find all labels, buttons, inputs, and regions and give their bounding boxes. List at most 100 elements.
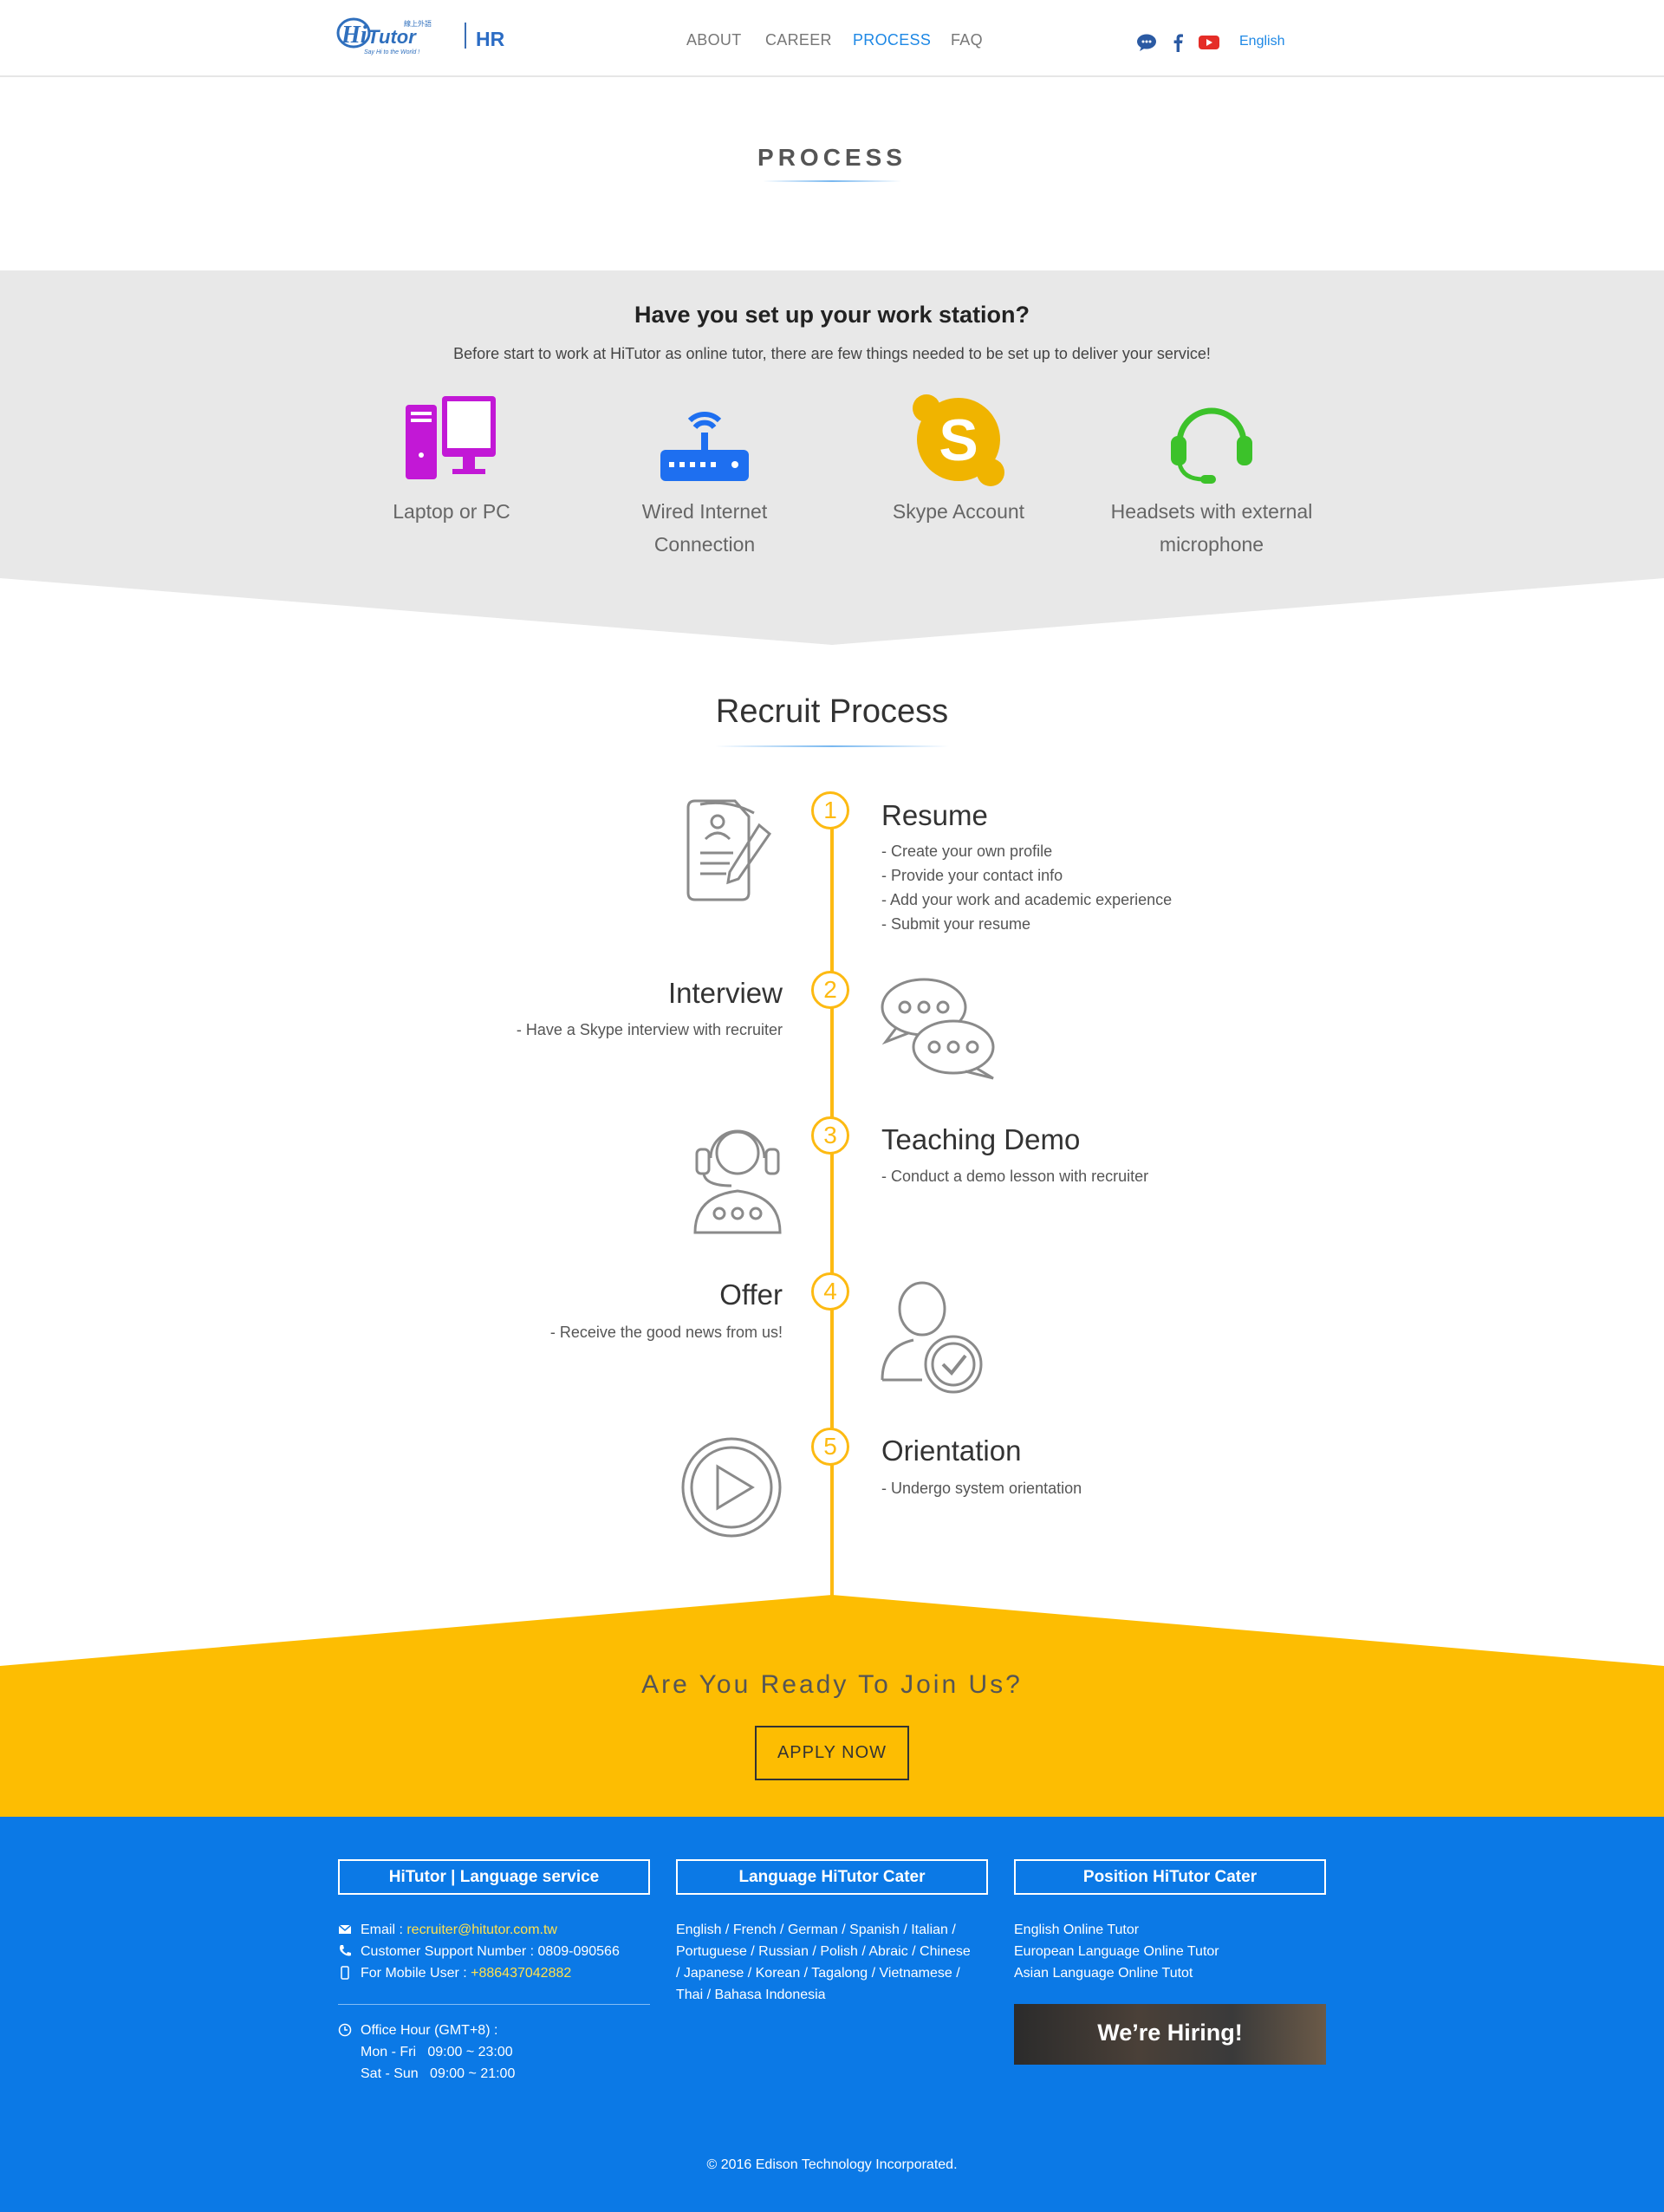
nav-about[interactable]: ABOUT — [686, 31, 742, 49]
position-item[interactable]: European Language Online Tutor — [1014, 1941, 1219, 1962]
timeline-line — [830, 797, 834, 1602]
workstation-label: Headsets with external — [1110, 500, 1313, 523]
chat-bubbles-icon — [881, 978, 995, 1080]
play-icon — [681, 1437, 782, 1538]
office-hour-weekend: Sat - Sun 09:00 ~ 21:00 — [361, 2066, 516, 2081]
skype-icon: S — [913, 394, 1004, 486]
support-agent-icon — [693, 1129, 782, 1234]
computer-icon — [406, 396, 496, 479]
nav-process[interactable]: PROCESS — [853, 31, 931, 49]
step-description-line: - Conduct a demo lesson with recruiter — [881, 1168, 1149, 1185]
language-list-line: Thai / Bahasa Indonesia — [676, 1988, 826, 2002]
page: { "header": { "logo_text": "HiTutor", "l… — [0, 0, 1664, 2212]
step-description: - Have a Skype interview with recruiter — [416, 1018, 783, 1042]
step-number: 4 — [811, 1272, 849, 1311]
workstation-subtitle: Before start to work at HiTutor as onlin… — [453, 345, 1211, 362]
copyright: © 2016 Edison Technology Incorporated. — [706, 2157, 958, 2172]
facebook-icon[interactable] — [1172, 33, 1184, 52]
step-description-line: - Receive the good news from us! — [549, 1324, 783, 1341]
step-title: Teaching Demo — [881, 1123, 1081, 1155]
step-title: Orientation — [881, 1435, 1022, 1467]
position-item[interactable]: Asian Language Online Tutot — [1014, 1962, 1219, 1984]
office-hour-weekday: Mon - Fri 09:00 ~ 23:00 — [361, 2045, 513, 2059]
router-icon — [660, 411, 749, 481]
nav-career[interactable]: CAREER — [765, 31, 832, 49]
step-description: - Undergo system orientation — [881, 1476, 1082, 1500]
clock-icon — [338, 2023, 352, 2037]
workstation-label: Connection — [653, 533, 756, 556]
svg-text:Tutor: Tutor — [367, 26, 417, 48]
join-background — [0, 1595, 1664, 1817]
office-hour-label: Office Hour (GMT+8) : — [361, 2023, 498, 2038]
language-list-line: English / French / German / Spanish / It… — [676, 1922, 956, 1937]
email-link[interactable]: recruiter@hitutor.com.tw — [406, 1922, 557, 1937]
step-description: - Conduct a demo lesson with recruiter — [881, 1164, 1148, 1188]
step-description: - Create your own profile - Provide your… — [881, 839, 1172, 936]
step-number: 3 — [811, 1116, 849, 1155]
step-number: 5 — [811, 1428, 849, 1466]
step-title: Resume — [881, 799, 988, 831]
hitutor-logo[interactable]: Hi Tutor 線上外語家教 Say Hi to the World ! — [336, 14, 432, 61]
step-number: 2 — [811, 971, 849, 1009]
workstation-item-headset: Headsets with external microphone — [1099, 394, 1324, 561]
recruit-title: Recruit Process — [715, 693, 949, 730]
phone-icon — [340, 1945, 351, 1956]
step-description-line: - Add your work and academic experience — [881, 891, 1173, 908]
footer-divider — [338, 2004, 650, 2005]
recruit-underline — [715, 745, 949, 747]
step-title: Interview — [667, 977, 783, 1009]
workstation-title: Have you set up your work station? — [634, 302, 1030, 328]
mobile-icon — [341, 1966, 349, 1980]
step-description-line: - Create your own profile — [881, 843, 1053, 860]
step-title: Offer — [719, 1278, 783, 1311]
mobile-link[interactable]: +886437042882 — [471, 1966, 571, 1981]
title-underline — [763, 180, 901, 182]
step-number: 1 — [811, 791, 849, 830]
svg-text:Hi: Hi — [341, 22, 367, 49]
headset-icon — [1171, 407, 1252, 484]
hiring-banner[interactable]: We’re Hiring! — [1014, 2004, 1326, 2065]
footer-office-hour: Office Hour (GMT+8) : Mon - Fri 09:00 ~ … — [361, 2020, 515, 2085]
nav-faq[interactable]: FAQ — [951, 31, 983, 49]
hr-label[interactable]: HR — [476, 28, 504, 51]
workstation-item-internet: Wired Internet Connection — [592, 394, 817, 561]
workstation-item-pc: Laptop or PC — [339, 394, 564, 528]
join-title: Are You Ready To Join Us? — [641, 1670, 1023, 1699]
email-label: Email : — [361, 1922, 407, 1937]
resume-icon — [686, 799, 772, 901]
site-header: Hi Tutor 線上外語家教 Say Hi to the World ! HR… — [0, 0, 1664, 77]
page-title: PROCESS — [757, 144, 907, 171]
workstation-label: Wired Internet — [641, 500, 768, 523]
footer-languages: English / French / German / Spanish / It… — [676, 1919, 997, 2006]
footer-language-heading: Language HiTutor Cater — [676, 1859, 988, 1895]
position-item[interactable]: English Online Tutor — [1014, 1919, 1219, 1941]
step-description: - Receive the good news from us! — [416, 1320, 783, 1344]
step-description-line: - Provide your contact info — [881, 867, 1063, 884]
footer-service-heading: HiTutor | Language service — [338, 1859, 650, 1895]
chat-icon[interactable] — [1135, 33, 1158, 52]
workstation-label: microphone — [1159, 533, 1264, 556]
step-description-line: - Submit your resume — [881, 915, 1031, 933]
language-selector[interactable]: English — [1239, 34, 1284, 49]
logo-divider — [465, 23, 466, 49]
mobile-label: For Mobile User : — [361, 1966, 471, 1981]
hiring-banner-text: We’re Hiring! — [1097, 2020, 1243, 2046]
mail-icon — [338, 1924, 352, 1934]
language-list-line: Portuguese / Russian / Polish / Abraic /… — [676, 1944, 971, 1959]
language-list-line: / Japanese / Korean / Tagalong / Vietnam… — [676, 1966, 960, 1981]
footer-position-heading: Position HiTutor Cater — [1014, 1859, 1326, 1895]
workstation-item-skype: S Skype Account — [846, 394, 1071, 528]
footer-email: Email : recruiter@hitutor.com.tw — [361, 1919, 557, 1941]
svg-text:S: S — [939, 407, 978, 473]
step-description-line: - Undergo system orientation — [881, 1480, 1082, 1497]
footer-mobile: For Mobile User : +886437042882 — [361, 1962, 571, 1984]
apply-now-button[interactable]: APPLY NOW — [755, 1726, 909, 1780]
svg-text:Say Hi to the World !: Say Hi to the World ! — [364, 49, 419, 55]
footer-positions: English Online Tutor European Language O… — [1014, 1919, 1219, 1984]
step-description-line: - Have a Skype interview with recruiter — [516, 1021, 783, 1038]
workstation-label: Skype Account — [892, 500, 1025, 523]
svg-text:線上外語家教: 線上外語家教 — [404, 19, 432, 28]
youtube-icon[interactable] — [1198, 33, 1220, 52]
footer-support-number: Customer Support Number : 0809-090566 — [361, 1944, 620, 1959]
workstation-label: Laptop or PC — [393, 500, 510, 523]
